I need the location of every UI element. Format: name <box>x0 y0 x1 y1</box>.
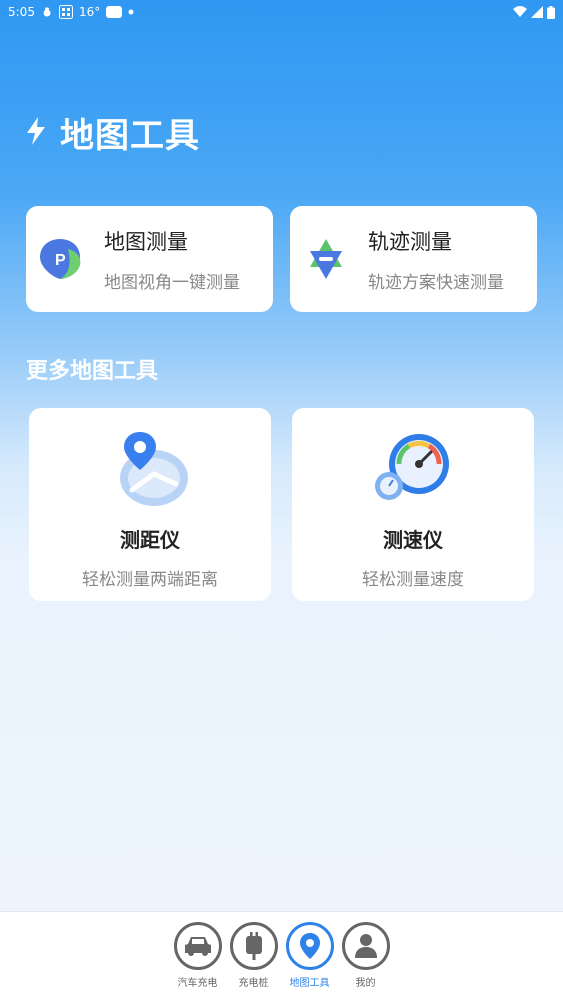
card-desc: 地图视角一键测量 <box>104 272 240 293</box>
tool-title: 测距仪 <box>120 528 180 552</box>
nav-item-car-charging[interactable]: 汽车充电 <box>173 922 222 1001</box>
lightning-icon <box>24 116 48 150</box>
status-bar: 5:05 16° <box>0 0 563 24</box>
nav-item-charger[interactable]: 充电桩 <box>229 922 278 1001</box>
page-title: 地图工具 <box>60 116 200 156</box>
map-measure-card[interactable]: P 地图测量 地图视角一键测量 <box>26 206 273 312</box>
card-desc: 轨迹方案快速测量 <box>368 272 504 293</box>
map-pin-p-icon: P <box>38 235 86 283</box>
rangefinder-card[interactable]: 测距仪 轻松测量两端距离 <box>29 408 271 601</box>
nav-item-map-tools[interactable]: 地图工具 <box>285 922 334 1001</box>
app-badge-icon <box>106 6 123 18</box>
location-icon <box>285 922 334 970</box>
track-measure-card[interactable]: 轨迹测量 轨迹方案快速测量 <box>290 206 537 312</box>
track-star-icon <box>302 235 350 283</box>
charger-icon <box>229 922 278 970</box>
svg-text:P: P <box>55 252 66 269</box>
person-icon <box>341 922 390 970</box>
card-title: 轨迹测量 <box>368 229 452 254</box>
header: 地图工具 <box>24 108 200 157</box>
bug-icon <box>41 6 53 18</box>
wifi-icon <box>513 6 527 18</box>
app-grid-icon <box>58 5 73 19</box>
tool-title: 测速仪 <box>383 528 443 552</box>
battery-icon <box>547 5 555 19</box>
tool-desc: 轻松测量速度 <box>362 570 464 590</box>
dot-icon <box>128 9 134 15</box>
bottom-nav: 汽车充电 充电桩 地图工具 我的 <box>0 911 563 1001</box>
speedometer-card[interactable]: 测速仪 轻松测量速度 <box>292 408 534 601</box>
tool-desc: 轻松测量两端距离 <box>82 570 218 590</box>
rangefinder-icon <box>120 432 188 506</box>
status-time: 5:05 <box>8 5 35 19</box>
nav-label: 汽车充电 <box>177 978 218 989</box>
nav-item-profile[interactable]: 我的 <box>341 922 390 1001</box>
nav-label: 充电桩 <box>238 978 269 989</box>
section-title: 更多地图工具 <box>26 359 159 384</box>
card-title: 地图测量 <box>104 229 188 254</box>
nav-label: 地图工具 <box>289 978 330 989</box>
speedometer-icon <box>375 434 449 500</box>
temperature: 16° <box>78 5 101 19</box>
signal-icon <box>531 6 543 18</box>
nav-label: 我的 <box>355 978 376 989</box>
car-icon <box>173 922 222 970</box>
